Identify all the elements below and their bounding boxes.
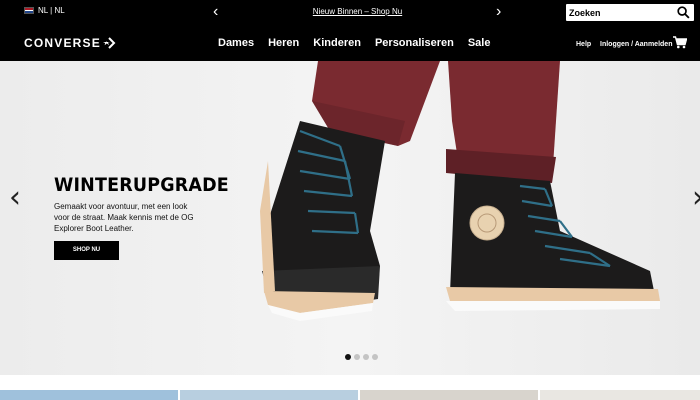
carousel-dot[interactable]: [372, 354, 378, 360]
hero-prev-arrow-icon[interactable]: ‹: [9, 181, 21, 215]
carousel-dot[interactable]: [345, 354, 351, 360]
hero-banner[interactable]: ‹ › WINTERUPGRADE Gemaakt voor avontuur,…: [0, 61, 700, 375]
converse-logo[interactable]: CONVERSE: [24, 36, 117, 50]
main-nav: CONVERSE Dames Heren Kinderen Personalis…: [0, 25, 700, 61]
promo-link[interactable]: Nieuw Binnen – Shop Nu: [230, 7, 485, 16]
category-tile[interactable]: [180, 390, 358, 400]
category-tiles-row: [0, 375, 700, 400]
locale-selector[interactable]: NL | NL: [24, 6, 65, 15]
nav-item-sale[interactable]: Sale: [468, 37, 491, 49]
category-tile[interactable]: [540, 390, 700, 400]
carousel-dots: [345, 354, 378, 360]
cart-icon[interactable]: [673, 36, 687, 49]
search-input[interactable]: [569, 5, 673, 20]
search-box: [566, 4, 694, 21]
promo-prev-arrow-icon[interactable]: ‹: [213, 2, 218, 22]
help-link[interactable]: Help: [576, 41, 591, 48]
hero-description: Gemaakt voor avontuur, met een look voor…: [54, 202, 194, 233]
hero-next-arrow-icon[interactable]: ›: [692, 181, 700, 215]
promo-bar: NL | NL ‹ Nieuw Binnen – Shop Nu ›: [0, 0, 700, 25]
section-spacer: [0, 375, 700, 390]
promo-next-arrow-icon[interactable]: ›: [496, 2, 501, 22]
search-icon[interactable]: [677, 6, 690, 19]
shop-now-button[interactable]: SHOP NU: [54, 241, 119, 260]
netherlands-flag-icon: [24, 7, 34, 14]
nav-item-personaliseren[interactable]: Personaliseren: [375, 37, 454, 49]
category-tile[interactable]: [360, 390, 538, 400]
carousel-dot[interactable]: [363, 354, 369, 360]
locale-label: NL | NL: [38, 6, 65, 15]
login-link[interactable]: Inloggen / Aanmelden: [600, 41, 672, 48]
logo-wordmark: CONVERSE: [24, 36, 101, 50]
carousel-dot[interactable]: [354, 354, 360, 360]
converse-star-chevron-icon: [102, 37, 116, 49]
nav-item-heren[interactable]: Heren: [268, 37, 299, 49]
nav-item-kinderen[interactable]: Kinderen: [313, 37, 361, 49]
hero-title: WINTERUPGRADE: [54, 174, 229, 196]
category-tile[interactable]: [0, 390, 178, 400]
nav-item-dames[interactable]: Dames: [218, 37, 254, 49]
category-nav: Dames Heren Kinderen Personaliseren Sale: [218, 37, 504, 49]
